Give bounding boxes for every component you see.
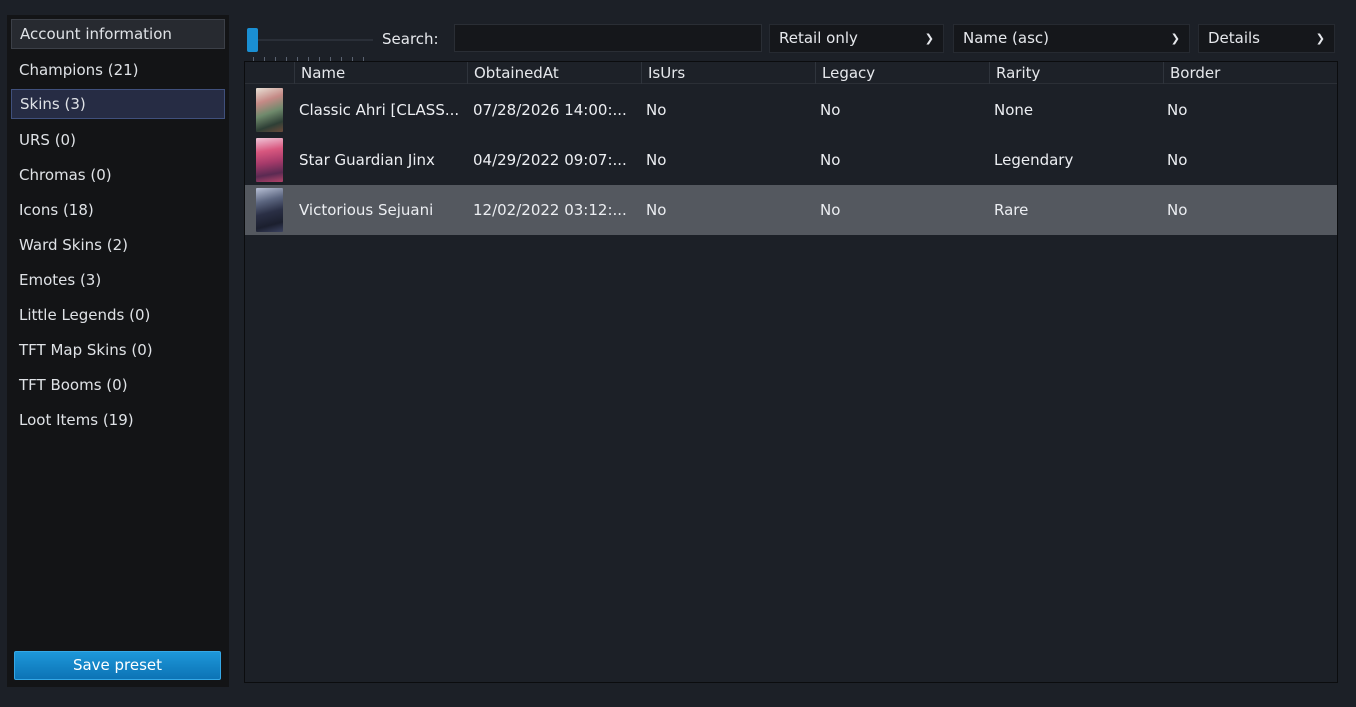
- search-label: Search:: [382, 30, 439, 48]
- cell-obtainedat: 12/02/2022 03:12:...: [473, 201, 627, 219]
- sidebar-item-ward-skins[interactable]: Ward Skins (2): [11, 230, 225, 260]
- cell-border: No: [1167, 101, 1188, 119]
- column-header-border[interactable]: Border: [1163, 62, 1337, 84]
- cell-name: Classic Ahri [CLASS...: [299, 101, 460, 119]
- sort-select[interactable]: Name (asc) ❯: [953, 24, 1190, 53]
- view-select[interactable]: Details ❯: [1198, 24, 1335, 53]
- table-row[interactable]: Classic Ahri [CLASS... 07/28/2026 14:00:…: [245, 85, 1337, 135]
- cell-name: Victorious Sejuani: [299, 201, 434, 219]
- sidebar-item-loot-items[interactable]: Loot Items (19): [11, 405, 225, 435]
- column-header-legacy[interactable]: Legacy: [815, 62, 989, 84]
- cell-rarity: Rare: [994, 201, 1029, 219]
- skins-table: Name ObtainedAt IsUrs Legacy Rarity Bord…: [244, 61, 1338, 683]
- cell-obtainedat: 04/29/2022 09:07:...: [473, 151, 627, 169]
- cell-rarity: None: [994, 101, 1034, 119]
- sejuani-splash-thumbnail-icon: [256, 188, 283, 232]
- cell-legacy: No: [820, 101, 841, 119]
- sidebar-item-tft-booms[interactable]: TFT Booms (0): [11, 370, 225, 400]
- sidebar-item-icons[interactable]: Icons (18): [11, 195, 225, 225]
- sort-select-value: Name (asc): [963, 29, 1049, 47]
- column-header-name[interactable]: Name: [294, 62, 467, 84]
- chevron-down-icon: ❯: [1315, 32, 1325, 45]
- sidebar-item-urs[interactable]: URS (0): [11, 125, 225, 155]
- chevron-down-icon: ❯: [1170, 32, 1180, 45]
- zoom-slider-handle[interactable]: [247, 28, 258, 52]
- filter-select-value: Retail only: [779, 29, 858, 47]
- cell-border: No: [1167, 151, 1188, 169]
- cell-isurs: No: [646, 101, 667, 119]
- sidebar-item-champions[interactable]: Champions (21): [11, 55, 225, 85]
- cell-isurs: No: [646, 201, 667, 219]
- zoom-slider-track[interactable]: [253, 39, 373, 41]
- table-row[interactable]: Victorious Sejuani 12/02/2022 03:12:... …: [245, 185, 1337, 235]
- search-input[interactable]: [454, 24, 762, 52]
- cell-isurs: No: [646, 151, 667, 169]
- chevron-down-icon: ❯: [924, 32, 934, 45]
- filter-select[interactable]: Retail only ❯: [769, 24, 944, 53]
- table-row[interactable]: Star Guardian Jinx 04/29/2022 09:07:... …: [245, 135, 1337, 185]
- column-header-obtainedat[interactable]: ObtainedAt: [467, 62, 641, 84]
- sidebar-item-tft-map-skins[interactable]: TFT Map Skins (0): [11, 335, 225, 365]
- sidebar-item-account-information[interactable]: Account information: [11, 19, 225, 49]
- table-header: Name ObtainedAt IsUrs Legacy Rarity Bord…: [245, 62, 1337, 84]
- cell-legacy: No: [820, 151, 841, 169]
- sidebar-item-chromas[interactable]: Chromas (0): [11, 160, 225, 190]
- cell-rarity: Legendary: [994, 151, 1074, 169]
- ahri-splash-thumbnail-icon: [256, 88, 283, 132]
- column-header-isurs[interactable]: IsUrs: [641, 62, 815, 84]
- sidebar: Account information Champions (21) Skins…: [7, 15, 229, 687]
- sidebar-item-emotes[interactable]: Emotes (3): [11, 265, 225, 295]
- sidebar-item-skins[interactable]: Skins (3): [11, 89, 225, 119]
- view-select-value: Details: [1208, 29, 1261, 47]
- sidebar-item-little-legends[interactable]: Little Legends (0): [11, 300, 225, 330]
- column-header-thumbnail[interactable]: [245, 62, 294, 84]
- jinx-splash-thumbnail-icon: [256, 138, 283, 182]
- column-header-rarity[interactable]: Rarity: [989, 62, 1163, 84]
- save-preset-button[interactable]: Save preset: [14, 651, 221, 680]
- cell-name: Star Guardian Jinx: [299, 151, 435, 169]
- cell-obtainedat: 07/28/2026 14:00:...: [473, 101, 627, 119]
- cell-border: No: [1167, 201, 1188, 219]
- cell-legacy: No: [820, 201, 841, 219]
